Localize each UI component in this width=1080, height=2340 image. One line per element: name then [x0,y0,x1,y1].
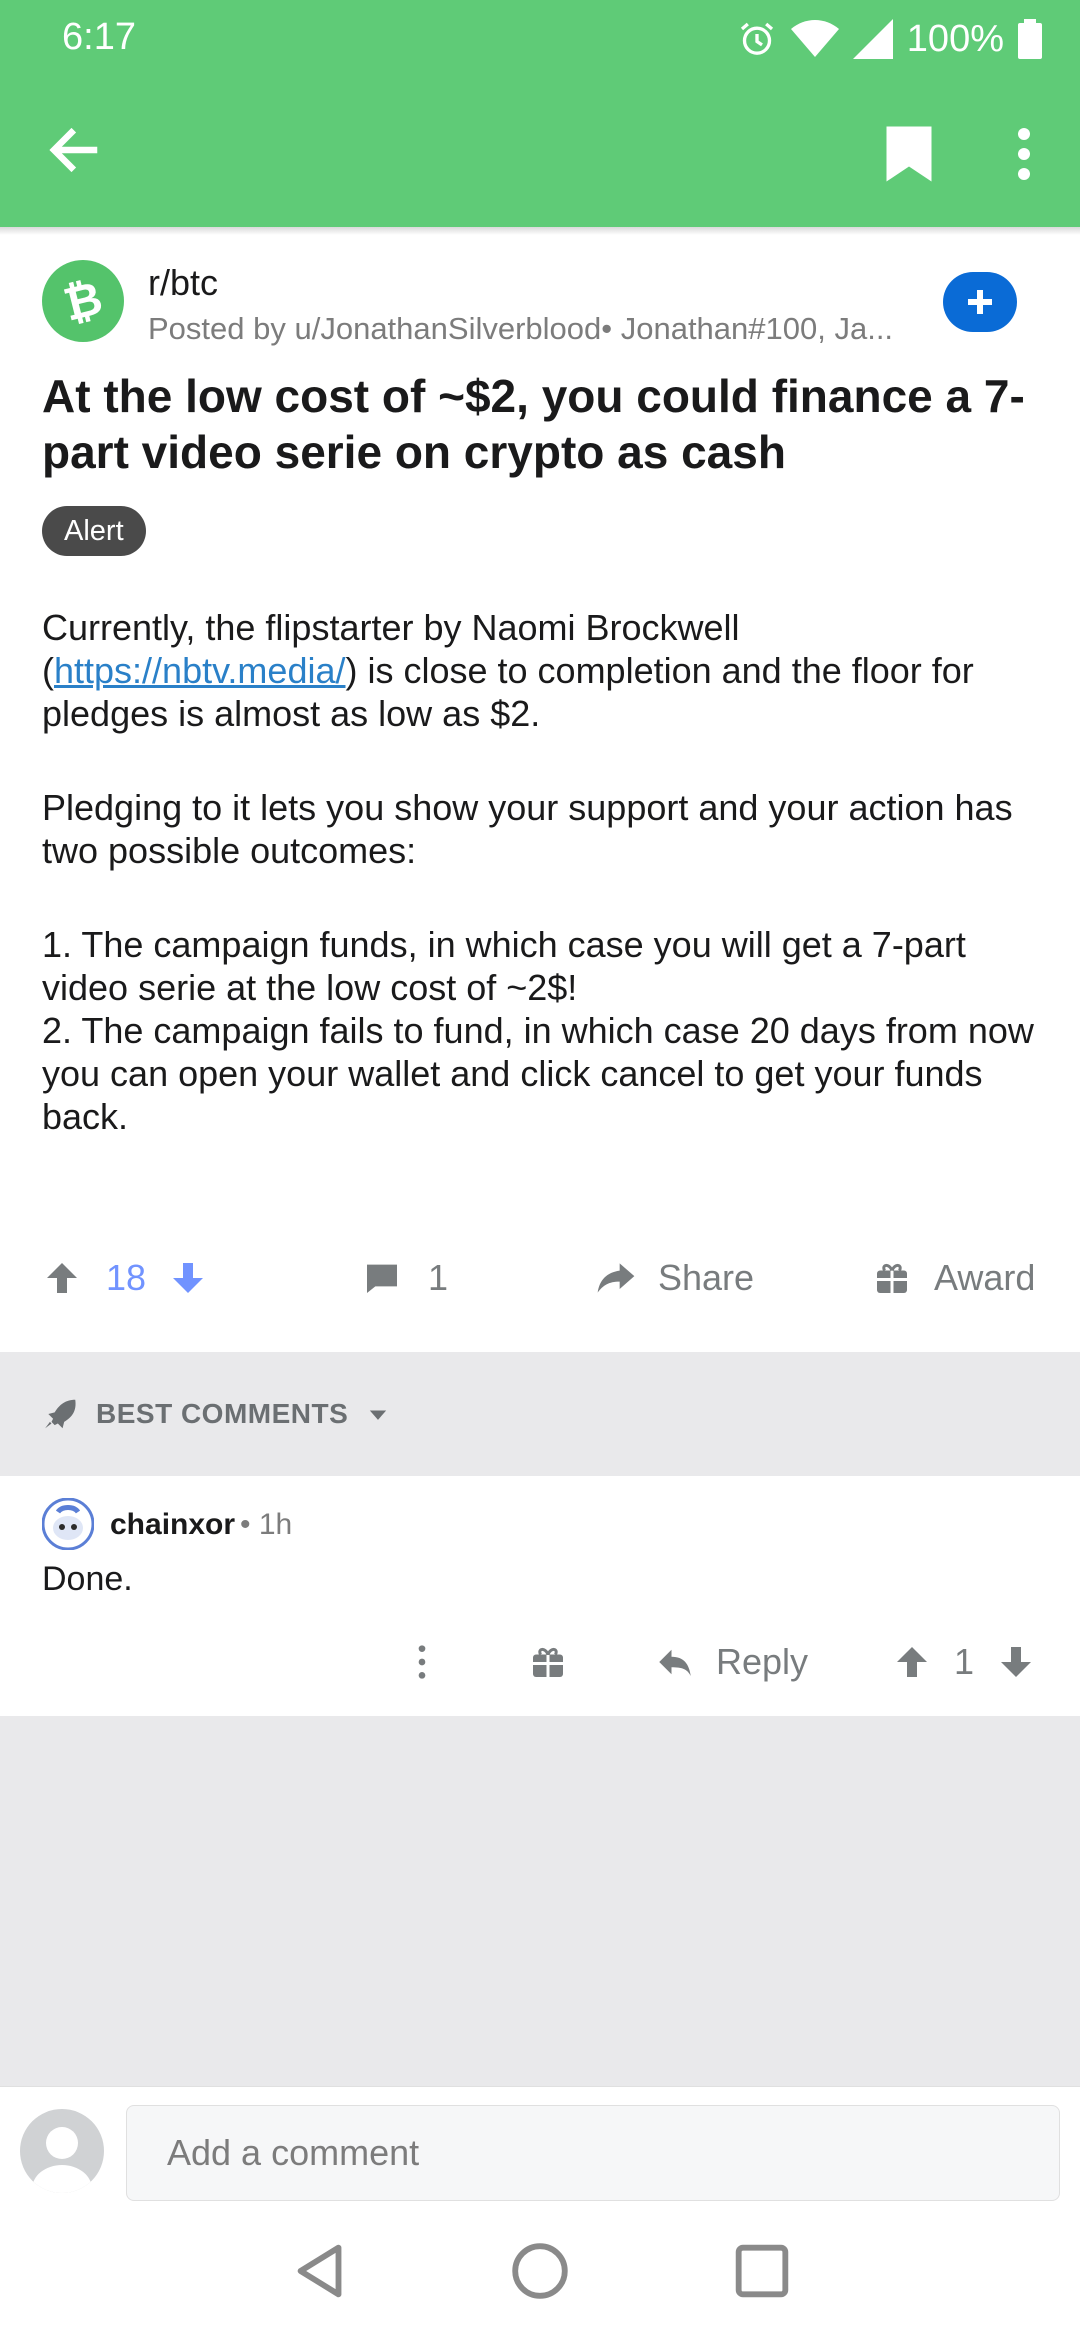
bookmark-icon[interactable] [884,124,934,184]
post-list-item-1: 1. The campaign funds, in which case you… [42,924,966,1008]
post-paragraph-2: Pledging to it lets you show your suppor… [42,787,1013,871]
rocket-icon [45,1399,76,1429]
chevron-down-icon [370,1410,387,1420]
status-bar: 6:17 100% [0,0,1080,80]
nav-back-icon[interactable] [286,2236,356,2306]
award-label: Award [934,1257,1036,1298]
post-paragraph-1: Currently, the flipstarter by Naomi Broc… [42,607,974,734]
upvote-icon[interactable] [892,1642,932,1682]
battery-icon [1018,19,1042,59]
user-avatar[interactable] [20,2109,104,2193]
downvote-icon[interactable] [168,1258,208,1298]
reply-icon [659,1649,691,1676]
post-score: 18 [106,1257,147,1298]
gift-icon [877,1263,907,1293]
status-icons: 100% [737,14,1042,64]
post-title: At the low cost of ~$2, you could financ… [42,370,1025,478]
post-list-item-2: 2. The campaign fails to fund, in which … [42,1010,1034,1137]
comment-reply-button[interactable]: Reply [654,1632,808,1692]
wifi-icon [790,20,839,57]
comments-button[interactable]: 1 [362,1236,448,1320]
subreddit-avatar[interactable]: ₿ [42,260,124,342]
nav-home-icon[interactable] [505,2236,575,2306]
comment-composer [0,2086,1080,2206]
battery-percent: 100% [906,17,1004,60]
system-nav-bar [0,2206,1080,2340]
comment-body: Done. [42,1560,133,1598]
reply-label: Reply [716,1641,809,1682]
post-flair[interactable]: Alert [42,506,146,556]
toolbar-shadow [0,227,1080,235]
comment-sort-dropdown[interactable]: BEST COMMENTS [42,1394,392,1434]
plus-icon [968,290,992,314]
svg-text:₿: ₿ [59,271,108,331]
bitcoin-cash-icon: ₿ [59,271,108,331]
app-toolbar [0,80,1080,227]
back-arrow-icon[interactable] [44,120,104,180]
post-action-bar: 18 1 Share Award [0,1236,1080,1320]
user-silhouette-icon [32,2127,92,2193]
sort-label: BEST COMMENTS [96,1398,349,1429]
comment-award-button[interactable] [530,1632,566,1692]
join-subreddit-button[interactable] [943,272,1017,332]
comment-author-avatar[interactable] [42,1498,94,1550]
post-list: 1. The campaign funds, in which case you… [42,923,1042,1138]
subreddit-name[interactable]: r/btc [148,262,218,304]
post-body: Currently, the flipstarter by Naomi Broc… [42,606,1042,1138]
post-author-line[interactable]: Posted by u/JonathanSilverblood• Jonatha… [148,311,928,347]
comment-time: • 1h [240,1508,293,1541]
downvote-icon[interactable] [996,1642,1036,1682]
alarm-icon [740,22,773,55]
share-button[interactable]: Share [594,1236,754,1320]
upvote-icon[interactable] [42,1258,82,1298]
post-vote-group: 18 [42,1236,208,1320]
nav-recents-icon[interactable] [727,2236,797,2306]
comments-empty-area [0,1716,1080,2086]
comment-vote-group: 1 [892,1632,1036,1692]
more-vert-icon[interactable] [1004,124,1044,184]
comment-action-bar: Reply 1 [0,1632,1080,1692]
more-vert-icon [418,1645,426,1679]
share-label: Share [658,1257,755,1298]
share-icon [597,1263,635,1293]
award-button[interactable]: Award [874,1236,1035,1320]
add-comment-input[interactable] [126,2105,1060,2201]
comment-more-button[interactable] [406,1632,438,1692]
status-time: 6:17 [62,16,136,58]
post-link[interactable]: https://nbtv.media/ [54,650,345,691]
comment-icon [367,1264,397,1293]
signal-icon [852,19,893,59]
comments-count: 1 [428,1257,449,1298]
gift-icon [533,1647,563,1677]
comment-score: 1 [954,1641,975,1682]
comment-author[interactable]: chainxor [110,1508,235,1542]
